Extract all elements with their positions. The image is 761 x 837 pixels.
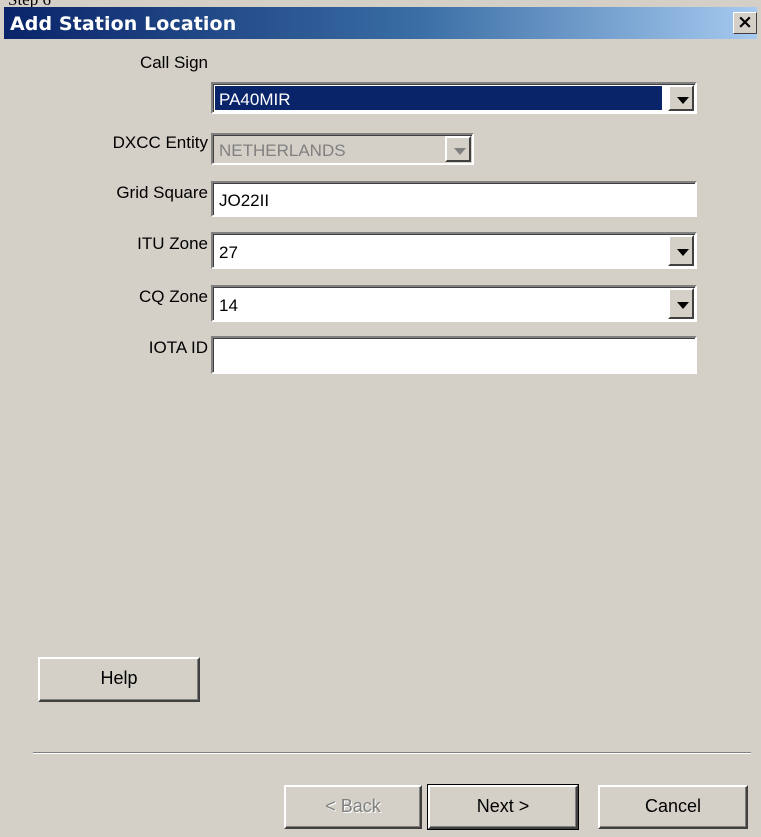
grid-square-input[interactable]: JO22II xyxy=(211,181,697,217)
cq-zone-value: 14 xyxy=(219,296,238,315)
chevron-down-icon xyxy=(677,97,689,104)
dialog-body: Call Sign PA40MIR DXCC Entity NETHERLAND… xyxy=(4,39,757,837)
itu-zone-label: ITU Zone xyxy=(137,234,208,253)
call-sign-label: Call Sign xyxy=(139,53,208,72)
iota-id-input[interactable] xyxy=(211,336,697,374)
dxcc-entity-value: NETHERLANDS xyxy=(219,141,346,160)
call-sign-combobox[interactable]: PA40MIR xyxy=(211,82,697,114)
itu-zone-combobox[interactable]: 27 xyxy=(211,232,697,269)
itu-zone-dropdown-button[interactable] xyxy=(668,235,694,266)
chevron-down-icon xyxy=(677,249,689,256)
close-button[interactable]: × xyxy=(733,12,757,34)
back-button: < Back xyxy=(284,785,422,829)
next-button[interactable]: Next > xyxy=(427,784,579,830)
chevron-down-icon xyxy=(454,148,466,155)
help-button[interactable]: Help xyxy=(38,657,200,702)
button-separator xyxy=(33,752,751,754)
itu-zone-value: 27 xyxy=(219,243,238,262)
dxcc-entity-combobox: NETHERLANDS xyxy=(211,133,474,165)
dialog-titlebar: Add Station Location × xyxy=(4,7,757,39)
dxcc-entity-dropdown-button xyxy=(445,136,471,162)
call-sign-dropdown-button[interactable] xyxy=(668,85,694,111)
dialog-title: Add Station Location xyxy=(10,13,237,35)
cq-zone-dropdown-button[interactable] xyxy=(668,288,694,319)
cq-zone-combobox[interactable]: 14 xyxy=(211,285,697,322)
cq-zone-label: CQ Zone xyxy=(139,287,208,306)
dxcc-entity-label: DXCC Entity xyxy=(112,133,208,152)
close-icon: × xyxy=(737,11,753,33)
grid-square-value: JO22II xyxy=(219,191,270,210)
grid-square-label: Grid Square xyxy=(116,183,208,202)
cancel-button[interactable]: Cancel xyxy=(598,785,748,829)
call-sign-value: PA40MIR xyxy=(219,90,291,109)
iota-id-label: IOTA ID xyxy=(148,338,208,357)
chevron-down-icon xyxy=(677,302,689,309)
